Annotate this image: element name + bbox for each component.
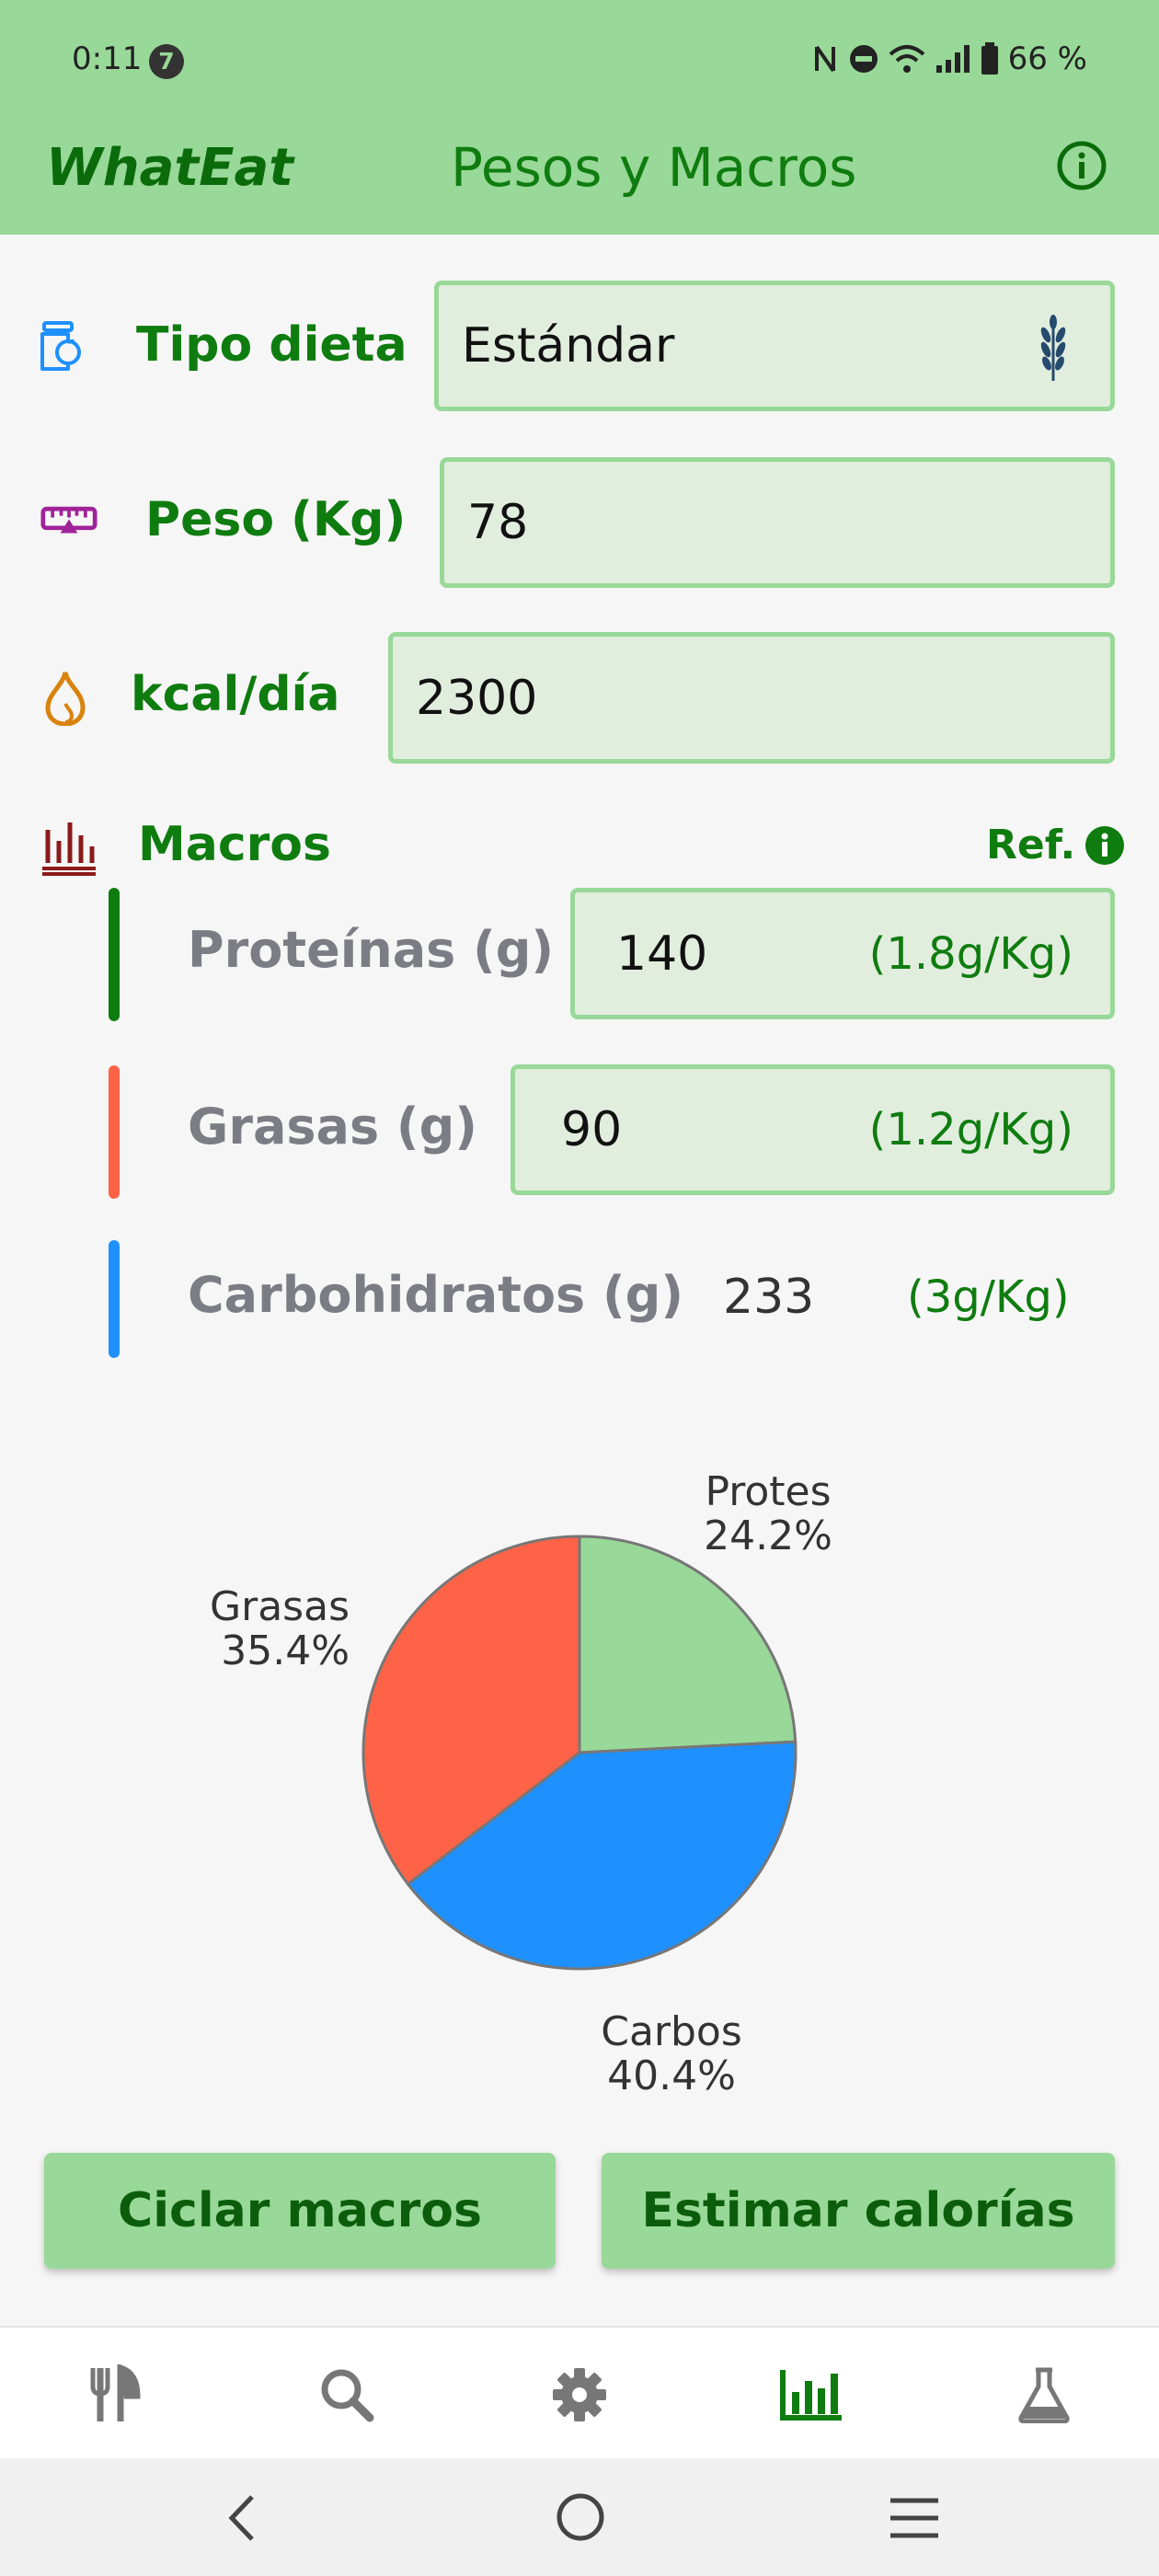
weight-label: Peso (Kg) bbox=[145, 492, 407, 547]
status-bar: 0:11 7 66 % bbox=[0, 0, 1159, 124]
flask-icon bbox=[1018, 2367, 1070, 2423]
bottom-navigation bbox=[0, 2326, 1159, 2460]
kcal-value: 2300 bbox=[416, 670, 538, 726]
notification-badge: 7 bbox=[149, 44, 184, 79]
kcal-label: kcal/día bbox=[131, 667, 340, 722]
diet-type-label: Tipo dieta bbox=[136, 317, 407, 373]
pie-label-carbs-percent: 40.4% bbox=[607, 2053, 736, 2099]
diet-type-select[interactable]: Estándar bbox=[434, 281, 1115, 411]
flame-icon bbox=[45, 672, 86, 726]
nav-search[interactable] bbox=[305, 2353, 388, 2436]
macros-pie-chart bbox=[361, 1535, 798, 1971]
battery-level: 66 % bbox=[1007, 40, 1087, 77]
back-icon[interactable] bbox=[224, 2493, 261, 2543]
wheat-icon bbox=[1040, 315, 1066, 381]
protein-input[interactable]: 140 (1.8g/Kg) bbox=[570, 888, 1115, 1019]
macros-label: Macros bbox=[138, 817, 331, 872]
protein-label: Proteínas (g) bbox=[188, 921, 555, 979]
pie-label-protein: Protes 24.2% bbox=[681, 1470, 855, 1558]
weight-value: 78 bbox=[467, 495, 529, 550]
protein-color-bar bbox=[109, 888, 120, 1021]
carbs-value: 233 bbox=[723, 1270, 815, 1325]
reference-label: Ref. bbox=[986, 822, 1076, 868]
pie-label-fat-percent: 35.4% bbox=[221, 1627, 350, 1674]
scale-icon bbox=[40, 506, 98, 534]
fat-ratio: (1.2g/Kg) bbox=[868, 1104, 1073, 1156]
pie-label-protein-name: Protes bbox=[705, 1468, 832, 1515]
nav-lab[interactable] bbox=[1003, 2353, 1085, 2436]
top-bar: 0:11 7 66 % WhatEat Pesos y Macros bbox=[0, 0, 1159, 235]
battery-icon bbox=[981, 42, 998, 75]
info-circle-icon bbox=[1085, 825, 1125, 865]
kcal-input[interactable]: 2300 bbox=[388, 632, 1115, 764]
fat-label: Grasas (g) bbox=[188, 1098, 477, 1156]
page-title: Pesos y Macros bbox=[451, 136, 857, 199]
gear-icon bbox=[553, 2368, 606, 2421]
pie-label-carbs: Carbos 40.4% bbox=[580, 2010, 763, 2099]
fat-input[interactable]: 90 (1.2g/Kg) bbox=[511, 1064, 1115, 1195]
pie-label-fat-name: Grasas bbox=[210, 1583, 350, 1630]
bar-chart-icon bbox=[780, 2370, 842, 2421]
pie-label-protein-percent: 24.2% bbox=[704, 1512, 832, 1559]
macros-icon bbox=[42, 822, 96, 876]
info-icon[interactable] bbox=[1056, 140, 1107, 191]
home-icon[interactable] bbox=[555, 2491, 606, 2543]
signal-icon bbox=[935, 45, 970, 73]
do-not-disturb-icon bbox=[849, 45, 878, 73]
reference-link[interactable]: Ref. bbox=[986, 822, 1125, 868]
nfc-icon bbox=[814, 45, 835, 73]
diet-type-value: Estándar bbox=[462, 318, 675, 374]
fat-color-bar bbox=[109, 1065, 120, 1199]
status-time: 0:11 bbox=[72, 40, 143, 77]
pie-label-fat: Grasas 35.4% bbox=[166, 1585, 350, 1673]
pie-slice-protes bbox=[578, 1535, 798, 1754]
wifi-icon bbox=[889, 45, 924, 73]
pie-label-carbs-name: Carbos bbox=[601, 2008, 742, 2055]
carbs-ratio: (3g/Kg) bbox=[907, 1271, 1070, 1323]
recents-icon[interactable] bbox=[889, 2495, 940, 2541]
nav-settings[interactable] bbox=[538, 2353, 621, 2436]
protein-ratio: (1.8g/Kg) bbox=[868, 927, 1073, 980]
protein-value: 140 bbox=[616, 926, 708, 982]
search-icon bbox=[321, 2369, 374, 2422]
estimate-calories-button[interactable]: Estimar calorías bbox=[602, 2153, 1115, 2269]
weight-input[interactable]: 78 bbox=[440, 457, 1115, 588]
fork-knife-icon bbox=[90, 2364, 141, 2421]
carbs-color-bar bbox=[109, 1240, 120, 1358]
carbs-label: Carbohidratos (g) bbox=[188, 1266, 683, 1324]
nav-meals[interactable] bbox=[74, 2353, 156, 2436]
diet-scale-icon bbox=[40, 321, 81, 371]
status-icons: 66 % bbox=[811, 40, 1087, 77]
system-navigation-bar bbox=[0, 2458, 1159, 2576]
app-brand: WhatEat bbox=[46, 138, 294, 198]
fat-value: 90 bbox=[561, 1102, 623, 1157]
cycle-macros-button[interactable]: Ciclar macros bbox=[44, 2153, 556, 2269]
nav-stats[interactable] bbox=[769, 2353, 852, 2436]
